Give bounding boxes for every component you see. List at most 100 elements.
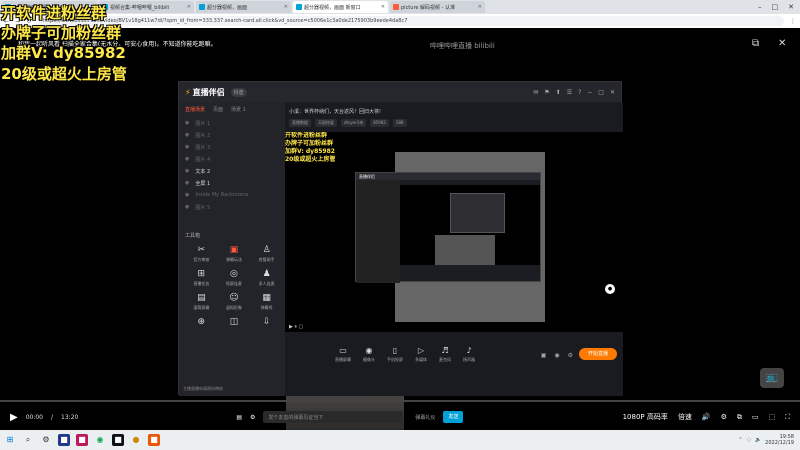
camera-source-button[interactable]: ◉ 摄像头 [363, 346, 375, 363]
microphone-button[interactable]: ♬ 麦克风 [439, 346, 451, 363]
eye-icon[interactable]: ◉ [185, 180, 189, 186]
eye-icon[interactable]: ◉ [554, 352, 559, 359]
close-icon[interactable]: ✕ [381, 4, 385, 10]
danmaku-settings-icon[interactable]: ⚙ [250, 414, 255, 421]
maximize-icon[interactable]: □ [598, 89, 604, 96]
chrome-icon[interactable]: ◉ [94, 434, 106, 446]
download-icon: ⇩ [262, 317, 271, 327]
upload-icon[interactable]: ⬆ [556, 89, 561, 96]
speed-select[interactable]: 倍速 [678, 412, 692, 422]
media-source-button[interactable]: ▷ 多媒体 [415, 346, 427, 363]
screen-source-button[interactable]: ▭ 直播屏幕 [335, 346, 351, 363]
tool-item[interactable]: ⊞ 直播任务 [185, 269, 218, 287]
clock[interactable]: 19:58 2022/12/19 [765, 434, 794, 446]
tab-scene-1[interactable]: 场景 1 [231, 106, 246, 113]
close-icon[interactable]: ✕ [187, 4, 191, 10]
scene-item[interactable]: ◉ Inside My Backrooms [179, 189, 285, 201]
url-input[interactable]: https://www.bilibili.com/video/BV1v18g41… [37, 16, 784, 26]
minimize-icon[interactable]: − [587, 89, 592, 96]
video-player[interactable]: 和我一起听风看 扫描全家合集(无水分，可安心食用)。不知道你能吃跑嘛。 哔哩哔哩… [0, 4, 800, 430]
close-icon[interactable]: ✕ [610, 89, 615, 96]
app-icon[interactable]: ■ [112, 434, 124, 446]
mail-icon[interactable]: ✉ [533, 89, 538, 96]
speaker-button[interactable]: ♪ 扬声器 [463, 346, 475, 363]
search-icon[interactable]: ⌕ [22, 434, 34, 446]
chevron-up-icon[interactable]: ⌃ [738, 437, 742, 443]
scene-item[interactable]: ◉ 图片 2 [179, 129, 285, 141]
eye-icon[interactable]: ◉ [185, 204, 189, 210]
quality-select[interactable]: 1080P 高码率 [623, 412, 668, 422]
video-icon[interactable]: ▣ [541, 352, 547, 359]
danmaku-toggle-icon[interactable]: ▤ [236, 414, 242, 421]
tool-item[interactable]: ♟ 多人连麦 [250, 269, 283, 287]
menu-icon[interactable]: ☰ [567, 89, 572, 96]
tool-item[interactable]: ▦ 弹幕秀 [250, 293, 283, 311]
start-icon[interactable]: ⊞ [4, 434, 16, 446]
help-icon[interactable]: ? [578, 89, 581, 96]
picture-in-picture-icon[interactable]: ⧉ [752, 38, 759, 49]
maximize-button[interactable]: □ [772, 3, 779, 11]
record-icon[interactable]: ● [605, 284, 615, 294]
browser-tab-active[interactable]: 超分器视频，画面 新窗口 ✕ [293, 1, 388, 13]
tool-item[interactable]: ◎ 投屏连麦 [218, 269, 251, 287]
danmaku-etiquette-link[interactable]: 弹幕礼仪 [415, 414, 435, 421]
volume-icon[interactable]: 🔈 [755, 437, 761, 443]
eye-icon[interactable]: ◉ [185, 156, 189, 162]
tool-item[interactable]: ☺ 虚拟形象 [218, 293, 251, 311]
app-icon[interactable]: ■ [58, 434, 70, 446]
extensions-icon[interactable]: ⋮ [790, 18, 796, 25]
widescreen-icon[interactable]: ▭ [752, 413, 759, 421]
tool-item[interactable]: ♙ 房管助手 [250, 245, 283, 263]
danmaku-input[interactable]: 发个友善的弹幕见证当下 [263, 411, 404, 423]
progress-bar[interactable] [0, 400, 800, 402]
time-total: 13:20 [61, 413, 79, 421]
close-icon[interactable]: ✕ [284, 4, 288, 10]
app-icon[interactable]: ■ [76, 434, 88, 446]
scene-item[interactable]: ◉ 图片 5 [179, 201, 285, 213]
eye-icon[interactable]: ◉ [185, 132, 189, 138]
start-live-button[interactable]: 开始直播 [579, 348, 617, 360]
play-button[interactable]: ▶ [10, 412, 18, 423]
tab-page[interactable]: 页面 [213, 106, 223, 113]
app-icon[interactable]: ● [130, 434, 142, 446]
scene-item[interactable]: ◉ 图片 4 [179, 153, 285, 165]
volume-icon[interactable]: 🔊 [702, 413, 711, 421]
pip-icon[interactable]: ⧉ [737, 413, 742, 422]
webfullscreen-icon[interactable]: ⬚ [768, 413, 775, 421]
gear-icon[interactable]: ⚙ [721, 413, 727, 421]
scene-item[interactable]: ◉ 全屏 1 [179, 177, 285, 189]
speaker-icon: ♪ [466, 346, 472, 355]
scene-item[interactable]: ◉ 图片 1 [179, 117, 285, 129]
eye-icon[interactable]: ◉ [185, 144, 189, 150]
preview-controls[interactable]: ▶ ⏸ ▢ [289, 324, 303, 330]
tool-item[interactable]: ▣ 弹幕玩法 [218, 245, 251, 263]
scene-item[interactable]: ◉ 文本 2 [179, 165, 285, 177]
browser-tab[interactable]: picture 解码视频 - 认准 ✕ [390, 1, 485, 13]
tab-live-scene[interactable]: 直播场景 [185, 106, 205, 113]
minimize-button[interactable]: – [758, 3, 762, 11]
close-icon[interactable]: ✕ [478, 4, 482, 10]
tv-icon[interactable]: 📺 [760, 368, 784, 388]
scene-item[interactable]: ◉ 图片 3 [179, 141, 285, 153]
eye-icon[interactable]: ◉ [185, 168, 189, 174]
eye-icon[interactable]: ◉ [185, 192, 189, 198]
tool-item[interactable]: ◫ [218, 317, 251, 329]
settings-icon[interactable]: ⚙ [40, 434, 52, 446]
cast-icon: ◎ [230, 269, 238, 279]
tool-item[interactable]: ⊕ [185, 317, 218, 329]
eye-icon[interactable]: ◉ [185, 120, 189, 126]
tool-item[interactable]: ⇩ [250, 317, 283, 329]
close-icon[interactable]: ✕ [778, 38, 786, 49]
network-icon[interactable]: ◌ [747, 437, 751, 443]
app-icon[interactable]: ■ [148, 434, 160, 446]
close-window-button[interactable]: ✕ [788, 3, 794, 11]
fullscreen-icon[interactable]: ⛶ [785, 413, 790, 422]
gear-icon[interactable]: ⚙ [568, 352, 573, 359]
browser-tab[interactable]: 超分器视频，画面 ✕ [196, 1, 291, 13]
browser-tab[interactable]: 视频合集-哔哩哔哩_bilibili ✕ [99, 1, 194, 13]
tool-item[interactable]: ▤ 滚筒屏幕 [185, 293, 218, 311]
flag-icon[interactable]: ⚑ [544, 89, 549, 96]
send-button[interactable]: 发送 [443, 411, 464, 423]
phone-cast-button[interactable]: ▯ 手机投屏 [387, 346, 403, 363]
tool-item[interactable]: ✂ 官方审核 [185, 245, 218, 263]
